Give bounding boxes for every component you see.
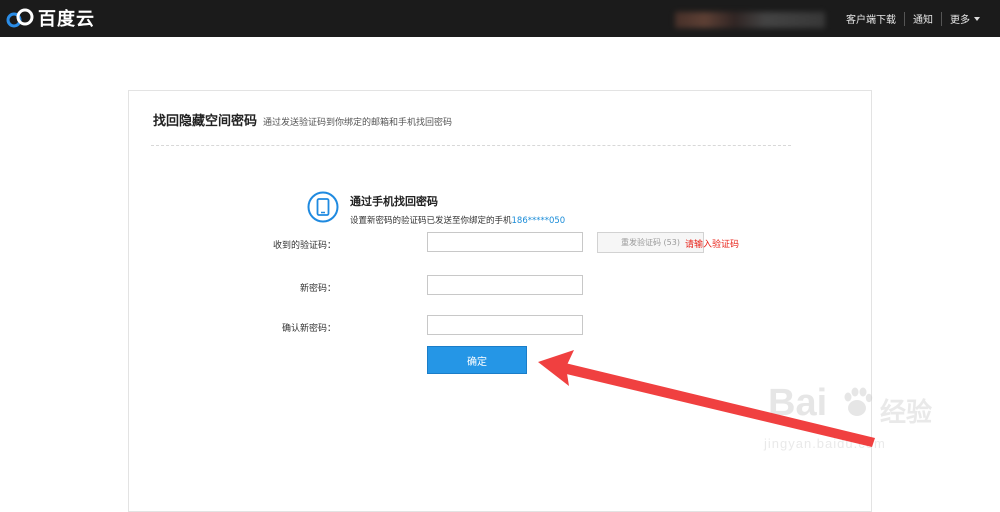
- paw-print-icon: [844, 387, 873, 416]
- new-password-input[interactable]: [427, 275, 583, 295]
- top-nav-links: 客户端下载 通知 更多: [838, 0, 988, 37]
- section-description: 设置新密码的验证码已发送至你绑定的手机186*****050: [350, 214, 565, 226]
- dashed-divider: [151, 145, 791, 146]
- client-download-link[interactable]: 客户端下载: [838, 11, 904, 26]
- chevron-down-icon: [974, 16, 980, 21]
- confirm-button[interactable]: 确定: [427, 346, 527, 374]
- brand-logo[interactable]: 百度云: [6, 6, 95, 30]
- mobile-phone-icon: [307, 191, 339, 223]
- section-title: 通过手机找回密码: [350, 195, 438, 208]
- bound-phone-number: 186*****050: [511, 216, 566, 226]
- watermark-url: jingyan.baidu.com: [764, 436, 886, 451]
- confirm-password-input[interactable]: [427, 315, 583, 335]
- baidu-jingyan-watermark: Bai 经验 jingyan.baidu.com: [758, 378, 988, 478]
- blurred-user-info: [675, 12, 825, 28]
- top-navigation-bar: 百度云 客户端下载 通知 更多: [0, 0, 1000, 37]
- page-header: 找回隐藏空间密码 通过发送验证码到你绑定的邮箱和手机找回密码: [153, 110, 452, 129]
- verification-code-label: 收到的验证码：: [272, 241, 336, 251]
- notification-link[interactable]: 通知: [905, 11, 941, 26]
- brand-name: 百度云: [38, 9, 95, 30]
- verification-code-input[interactable]: [427, 232, 583, 252]
- code-error-message: 请输入验证码: [685, 240, 740, 250]
- more-menu-label: 更多: [950, 15, 970, 26]
- sent-notice-text: 设置新密码的验证码已发送至你绑定的手机: [350, 216, 512, 226]
- watermark-brand-cn: 经验: [880, 398, 933, 428]
- new-password-label: 新密码：: [299, 284, 336, 294]
- page-subtitle: 通过发送验证码到你绑定的邮箱和手机找回密码: [263, 118, 453, 128]
- watermark-brand: Bai: [768, 382, 828, 424]
- page-title: 找回隐藏空间密码: [153, 114, 258, 129]
- cloud-logo-icon: [6, 8, 34, 28]
- confirm-password-label: 确认新密码：: [281, 324, 336, 334]
- more-menu[interactable]: 更多: [942, 11, 988, 26]
